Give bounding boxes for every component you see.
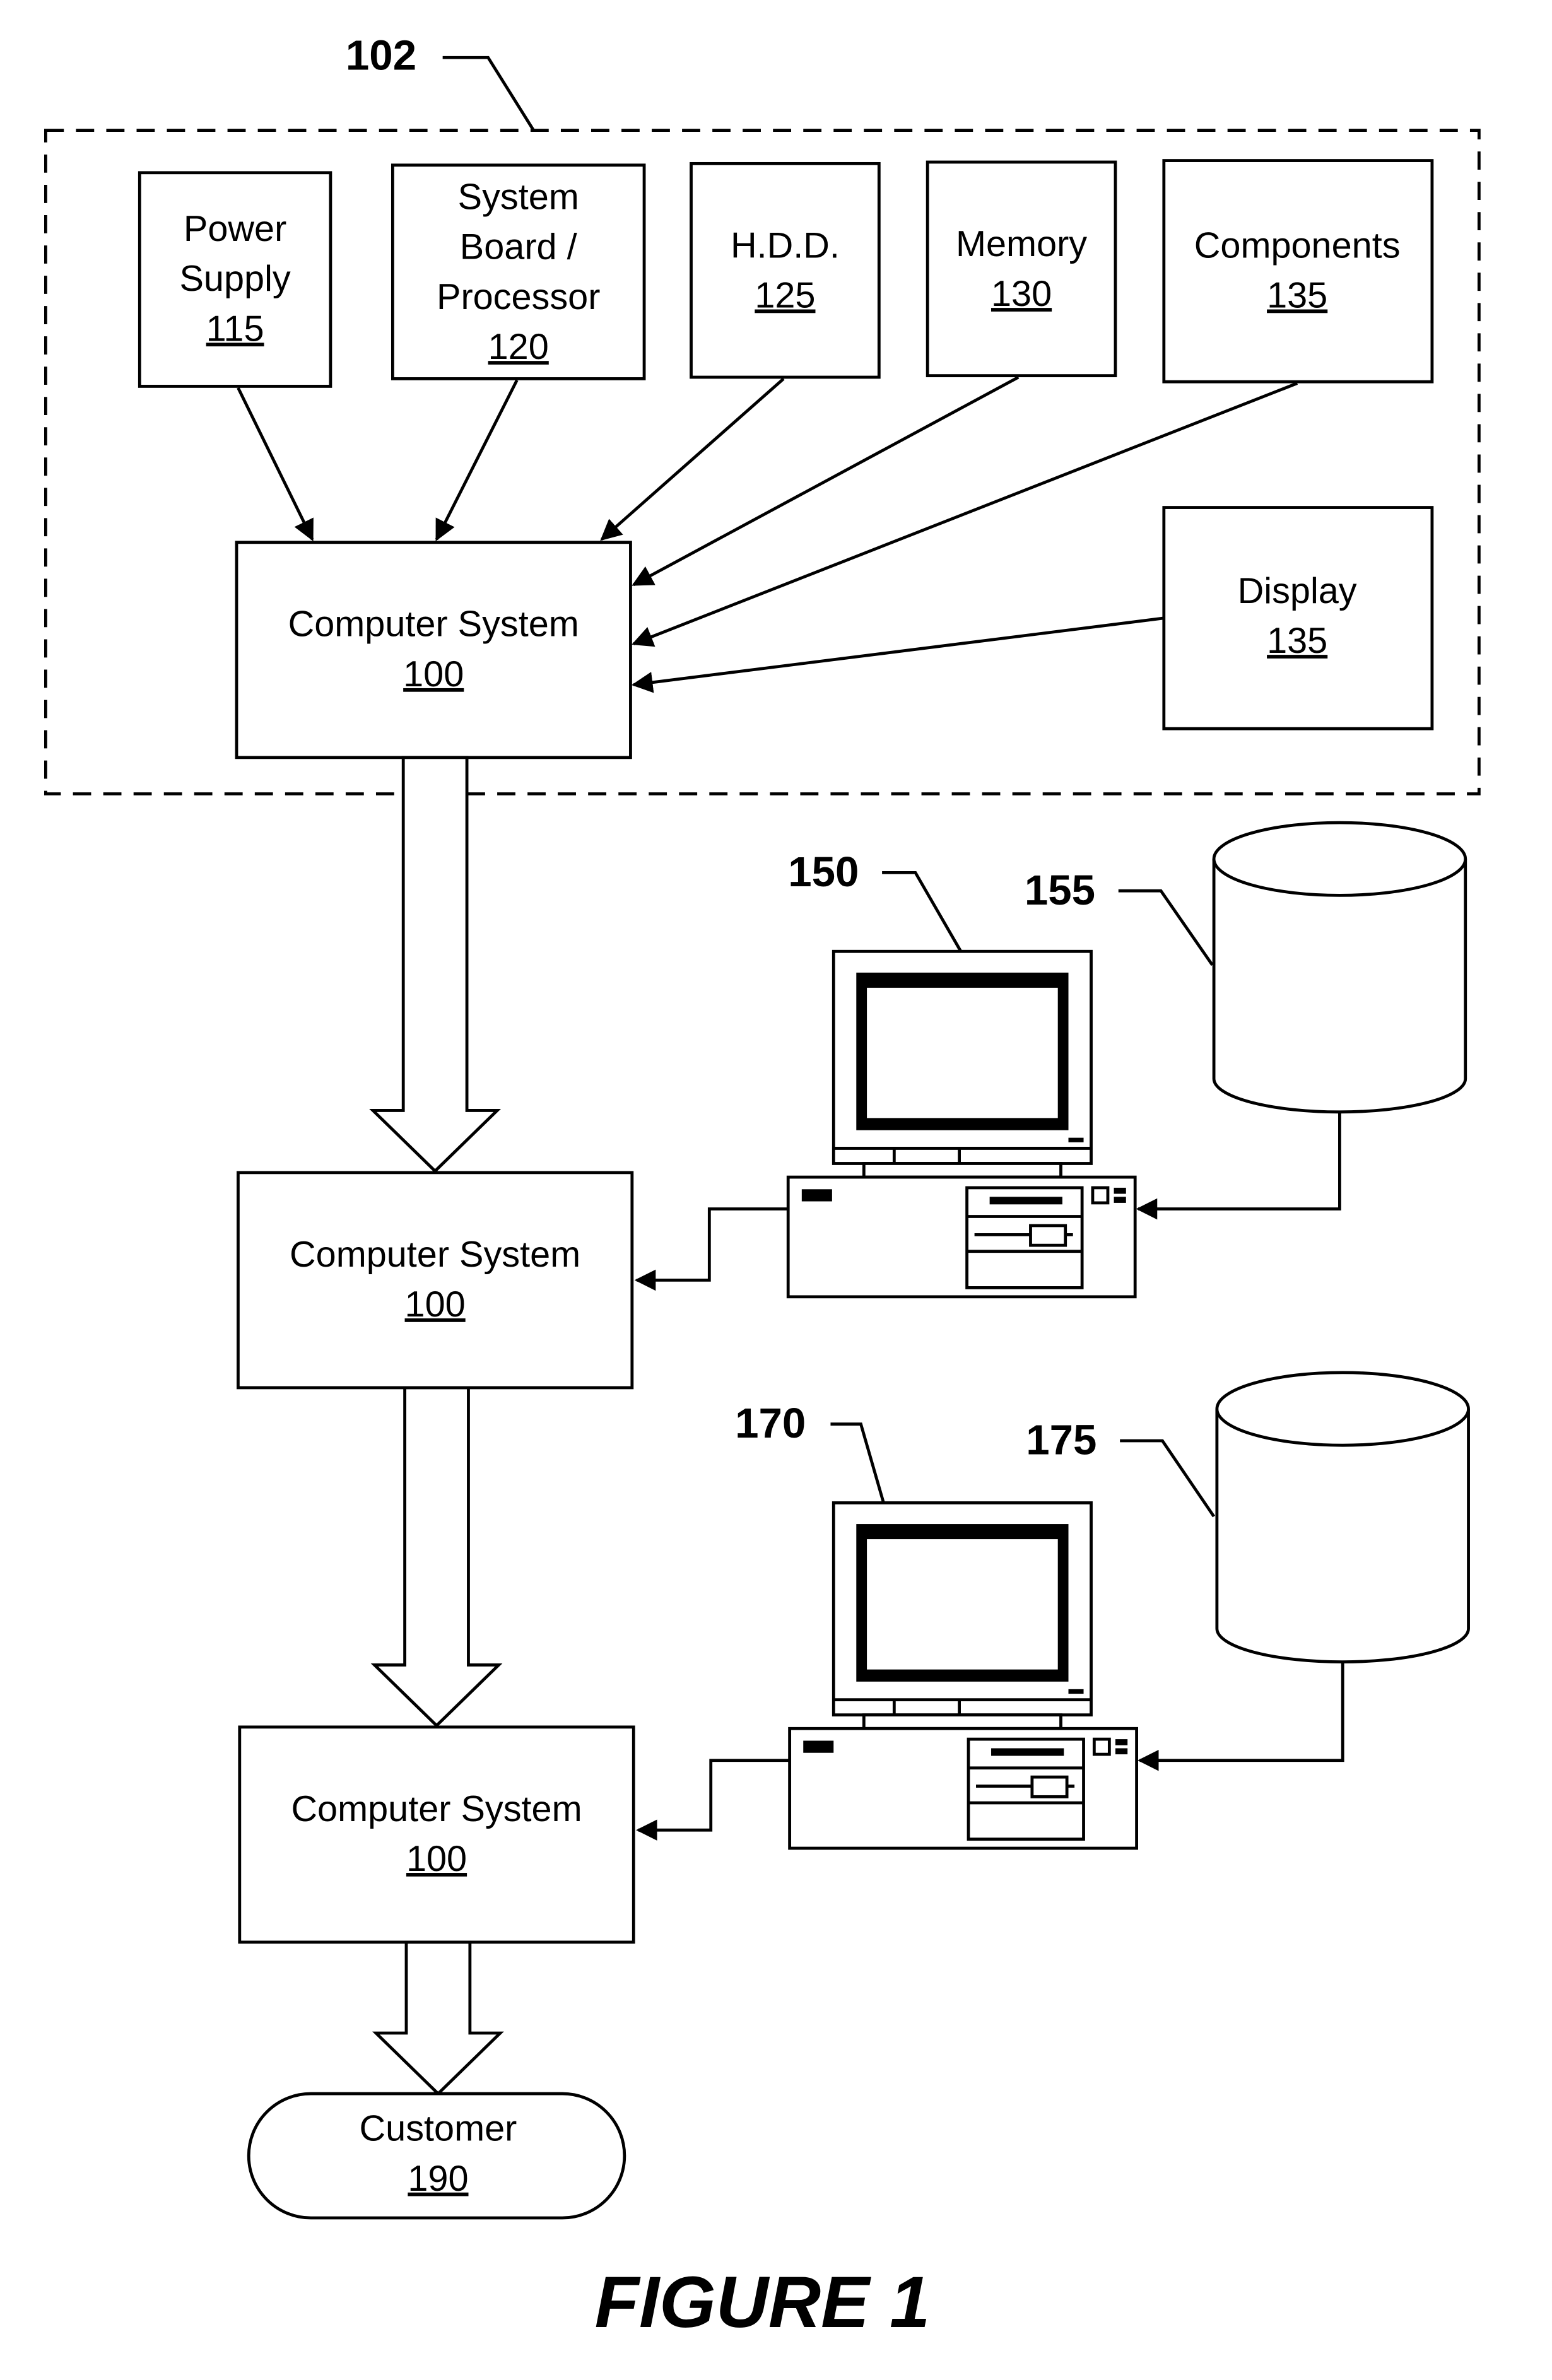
flow-arrow-2	[370, 1386, 503, 1728]
computer-system-box-1: Computer System 100	[235, 541, 632, 759]
customer-terminal: Customer 190	[247, 2092, 626, 2220]
database-icon-2	[1215, 1371, 1470, 1664]
system-board-ref: 120	[488, 327, 549, 367]
callout-170-leader	[830, 1422, 885, 1504]
svg-text:H.D.D.: H.D.D.	[731, 225, 840, 266]
system-board-processor-box: System Board / Processor 120	[391, 163, 646, 380]
computer-system-box-2: Computer System 100	[237, 1171, 634, 1390]
workstation-icon-1	[786, 949, 1137, 1299]
arrow-display	[631, 616, 1165, 693]
svg-text:Supply: Supply	[180, 259, 291, 299]
memory-ref: 130	[991, 274, 1052, 314]
svg-text:100: 100	[403, 654, 464, 695]
arrow-db155-to-ws150	[1136, 1111, 1341, 1220]
components-box: Components 135	[1162, 159, 1434, 384]
callout-150: 150	[788, 848, 859, 896]
display-ref: 135	[1267, 621, 1327, 661]
computer-system-box-3: Computer System 100	[238, 1725, 635, 1944]
flow-arrow-1	[369, 756, 501, 1173]
memory-box: Memory 130	[926, 160, 1117, 378]
patent-figure: 102 Power Supply 115 System Board / Proc…	[44, 32, 1481, 2343]
svg-text:Display: Display	[1238, 571, 1357, 611]
svg-text:Power: Power	[184, 209, 286, 249]
svg-text:Computer System: Computer System	[290, 1234, 580, 1275]
svg-text:Computer System: Computer System	[291, 1789, 582, 1829]
hdd-box: H.D.D. 125	[690, 161, 881, 379]
callout-102-leader	[442, 56, 535, 131]
svg-text:Processor: Processor	[437, 277, 600, 317]
database-icon-1	[1212, 821, 1467, 1114]
svg-text:Components: Components	[1194, 225, 1401, 266]
customer-ref: 190	[408, 2159, 468, 2199]
arrow-memory	[632, 375, 1020, 587]
callout-155: 155	[1025, 867, 1095, 914]
arrow-power-supply	[237, 387, 314, 542]
workstation-icon-2	[788, 1501, 1138, 1850]
callout-155-leader	[1118, 889, 1214, 966]
arrow-db175-to-ws170	[1138, 1662, 1344, 1771]
display-box: Display 135	[1162, 506, 1434, 730]
power-supply-box: Power Supply 115	[138, 171, 332, 388]
svg-text:100: 100	[405, 1284, 466, 1325]
hdd-ref: 125	[755, 276, 815, 316]
svg-text:Computer System: Computer System	[288, 604, 579, 645]
callout-170: 170	[735, 1400, 806, 1447]
callout-175-leader	[1120, 1439, 1216, 1518]
power-supply-ref: 115	[206, 308, 264, 349]
figure-caption: FIGURE 1	[595, 2262, 931, 2343]
svg-text:System: System	[458, 177, 579, 217]
callout-175: 175	[1026, 1417, 1096, 1464]
svg-text:Memory: Memory	[956, 224, 1087, 264]
components-ref: 135	[1267, 276, 1327, 316]
svg-text:100: 100	[406, 1839, 467, 1879]
svg-text:Customer: Customer	[360, 2109, 517, 2149]
arrow-ws150-to-cs	[634, 1207, 789, 1291]
arrow-system-board	[435, 379, 519, 541]
arrow-hdd	[600, 377, 785, 541]
arrow-ws170-to-cs	[636, 1759, 790, 1841]
callout-102: 102	[346, 32, 416, 79]
svg-text:Board /: Board /	[460, 227, 578, 267]
flow-arrow-3	[372, 1940, 504, 2096]
callout-150-leader	[882, 871, 963, 953]
